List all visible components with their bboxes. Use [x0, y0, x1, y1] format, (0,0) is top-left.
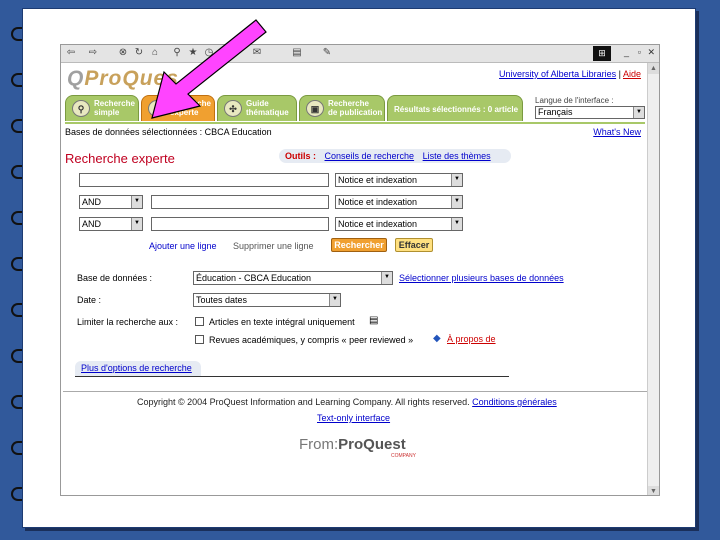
book-icon: ▣ — [306, 100, 324, 117]
chevron-down-icon: ▼ — [633, 107, 644, 118]
limit-label: Limiter la recherche aux : — [77, 317, 179, 327]
top-links: University of Alberta Libraries | Aide — [499, 69, 641, 79]
language-select[interactable]: Français ▼ — [535, 106, 645, 119]
database-select[interactable]: Éducation - CBCA Education ▼ — [193, 271, 393, 285]
fulltext-label: Articles en texte intégral uniquement — [209, 317, 355, 327]
search-tips-link[interactable]: Conseils de recherche — [325, 151, 415, 161]
search-term-input-1[interactable] — [79, 173, 329, 187]
chevron-down-icon: ▼ — [451, 174, 462, 186]
text-only-link[interactable]: Text-only interface — [317, 413, 390, 423]
terms-link[interactable]: Conditions générales — [472, 397, 557, 407]
fulltext-checkbox[interactable] — [195, 317, 204, 326]
edit-icon[interactable]: ✎ — [321, 47, 333, 59]
chevron-down-icon: ▼ — [451, 218, 462, 230]
forward-arrow-icon[interactable]: ⇨ — [87, 47, 99, 59]
windows-logo-icon: ⊞ — [593, 46, 611, 61]
document-icon: ▤ — [369, 315, 379, 326]
date-label: Date : — [77, 295, 102, 305]
minimize-icon[interactable]: _ — [624, 47, 629, 57]
university-link[interactable]: University of Alberta Libraries — [499, 69, 616, 79]
about-link[interactable]: À propos de — [447, 334, 496, 344]
whats-new-link[interactable]: What's New — [593, 127, 641, 137]
graduation-cap-icon: ◆ — [433, 333, 441, 344]
link-separator: | — [618, 69, 621, 79]
remove-line-link[interactable]: Supprimer une ligne — [233, 241, 314, 251]
footer: Copyright © 2004 ProQuest Information an… — [137, 397, 557, 407]
vertical-scrollbar[interactable]: ▲ ▼ — [647, 63, 659, 495]
chevron-down-icon: ▼ — [329, 294, 340, 306]
field-select-2[interactable]: Notice et indexation ▼ — [335, 195, 463, 209]
page-title: Recherche experte — [65, 151, 175, 166]
language-label: Langue de l'interface : — [535, 96, 614, 105]
divider — [75, 376, 509, 377]
back-arrow-icon[interactable]: ⇦ — [65, 47, 77, 59]
add-line-link[interactable]: Ajouter une ligne — [149, 241, 217, 251]
topic-list-link[interactable]: Liste des thèmes — [423, 151, 491, 161]
tools-bar: Outils : Conseils de recherche Liste des… — [279, 149, 511, 163]
pointer-arrow-icon — [151, 19, 267, 119]
chevron-down-icon: ▼ — [131, 196, 142, 208]
close-icon[interactable]: ✕ — [647, 47, 655, 58]
operator-select-3[interactable]: AND ▼ — [79, 217, 143, 231]
print-icon[interactable]: ▤ — [291, 47, 303, 59]
maximize-icon[interactable]: ▫ — [638, 47, 641, 57]
tab-selected-results[interactable]: Résultats sélectionnés : 0 article — [387, 95, 523, 121]
help-link[interactable]: Aide — [623, 69, 641, 79]
scroll-up-icon[interactable]: ▲ — [648, 63, 659, 74]
database-label: Base de données : — [77, 273, 153, 283]
operator-select-2[interactable]: AND ▼ — [79, 195, 143, 209]
clear-button[interactable]: Effacer — [395, 238, 433, 252]
search-button[interactable]: Rechercher — [331, 238, 387, 252]
from-proquest-logo: From:ProQuest COMPANY — [299, 436, 416, 459]
magnifier-icon: ⚲ — [72, 100, 90, 117]
date-select[interactable]: Toutes dates ▼ — [193, 293, 341, 307]
copyright-text: Copyright © 2004 ProQuest Information an… — [137, 397, 470, 407]
tab-publication-search[interactable]: ▣ Recherche de publication — [299, 95, 385, 121]
peer-reviewed-checkbox[interactable] — [195, 335, 204, 344]
chevron-down-icon: ▼ — [451, 196, 462, 208]
tools-label: Outils : — [285, 151, 316, 161]
scroll-down-icon[interactable]: ▼ — [648, 486, 659, 495]
chevron-down-icon: ▼ — [131, 218, 142, 230]
more-search-options-link[interactable]: Plus d'options de recherche — [75, 361, 201, 376]
footer-divider — [63, 391, 647, 392]
peer-reviewed-label: Revues académiques, y compris « peer rev… — [209, 335, 414, 345]
chevron-down-icon: ▼ — [381, 272, 392, 284]
field-select-1[interactable]: Notice et indexation ▼ — [335, 173, 463, 187]
field-select-3[interactable]: Notice et indexation ▼ — [335, 217, 463, 231]
selected-databases: Bases de données sélectionnées : CBCA Ed… — [65, 127, 272, 137]
select-multiple-databases-link[interactable]: Sélectionner plusieurs bases de données — [399, 273, 564, 283]
search-term-input-2[interactable] — [151, 195, 329, 209]
search-term-input-3[interactable] — [151, 217, 329, 231]
